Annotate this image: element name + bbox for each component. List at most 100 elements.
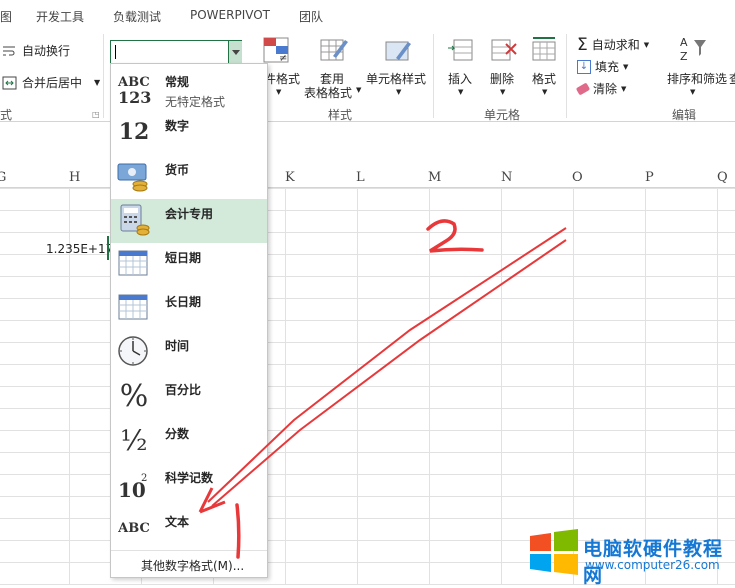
- format-option-general[interactable]: ABC 123 常规 无特定格式: [111, 67, 267, 111]
- delete-button[interactable]: 删除: [490, 70, 514, 87]
- more-number-formats[interactable]: 其他数字格式(M)...: [111, 550, 267, 576]
- chevron-down-icon: ▼: [621, 84, 627, 93]
- format-option-label: 时间: [165, 339, 190, 353]
- fill-down-icon: ↓: [577, 59, 591, 74]
- number-format-dropdown-arrow[interactable]: [228, 41, 242, 63]
- merge-center-label: 合并后居中: [22, 76, 83, 90]
- column-header-g[interactable]: G: [0, 170, 6, 185]
- tab-developer[interactable]: 开发工具: [36, 8, 84, 25]
- column-header-k[interactable]: K: [285, 170, 295, 185]
- chevron-down-icon: ▼: [396, 88, 402, 96]
- conditional-format-button[interactable]: 件格式: [264, 70, 300, 87]
- calendar-icon: [117, 291, 151, 325]
- format-option-label: 百分比: [165, 383, 202, 397]
- svg-text:≠: ≠: [279, 53, 287, 64]
- tab-load-test[interactable]: 负载测试: [113, 8, 161, 25]
- format-option-currency[interactable]: 货币: [111, 155, 267, 199]
- scientific-icon: 10 2: [117, 467, 151, 501]
- watermark-url: www.computer26.com: [585, 558, 720, 572]
- format-option-label: 货币: [165, 163, 190, 177]
- format-option-label: 长日期: [165, 295, 202, 309]
- format-option-number[interactable]: 12 数字: [111, 111, 267, 155]
- chevron-down-icon: ▼: [643, 40, 650, 49]
- tab-team[interactable]: 团队: [299, 8, 323, 25]
- chevron-down-icon: ▼: [542, 88, 548, 96]
- chevron-down-icon: ▼: [623, 62, 629, 71]
- insert-cells-icon: [448, 39, 473, 61]
- chevron-down-icon: ▼: [276, 88, 282, 96]
- svg-text:A: A: [680, 36, 688, 49]
- chevron-down-icon: ▼: [690, 88, 696, 96]
- format-as-table-button[interactable]: 表格格式: [304, 84, 352, 101]
- fill-button[interactable]: ↓ 填充 ▼: [577, 58, 628, 75]
- column-header-l[interactable]: L: [356, 170, 365, 185]
- format-option-label: 短日期: [165, 251, 202, 265]
- format-option-label: 会计专用: [165, 207, 214, 221]
- tab-view[interactable]: 图: [0, 8, 12, 25]
- format-as-table-icon: [320, 39, 348, 61]
- cell-styles-button[interactable]: 单元格样式: [366, 70, 426, 87]
- percent-icon: %: [119, 378, 149, 414]
- column-header-n[interactable]: N: [501, 170, 512, 185]
- ribbon-tab-bar: 图 开发工具 负载测试 POWERPIVOT 团队: [0, 0, 735, 30]
- fill-label: 填充: [595, 60, 620, 74]
- text-cursor: [115, 45, 116, 59]
- autosum-label: 自动求和: [591, 38, 640, 52]
- sort-filter-icon: AZ: [680, 36, 706, 63]
- number-format-combo[interactable]: [110, 40, 242, 64]
- format-option-label: 常规: [165, 75, 190, 89]
- chevron-down-icon: ▼: [94, 78, 101, 87]
- accounting-icon: [117, 203, 151, 237]
- windows-logo-icon: [530, 529, 578, 575]
- autosum-button[interactable]: Σ 自动求和 ▼: [577, 36, 649, 53]
- merge-center-button[interactable]: 合并后居中 ▼: [2, 74, 100, 91]
- wrap-text-button[interactable]: 自动换行: [2, 42, 70, 59]
- format-option-text[interactable]: ABC 文本: [111, 507, 267, 551]
- format-cells-icon: [532, 37, 556, 61]
- chevron-down-icon: ▼: [458, 88, 464, 96]
- conditional-format-icon: ≠: [263, 37, 289, 64]
- column-header-o[interactable]: O: [572, 170, 583, 185]
- cell-styles-icon: [385, 41, 411, 61]
- format-option-fraction[interactable]: ½ 分数: [111, 419, 267, 463]
- format-option-label: 数字: [165, 119, 190, 133]
- format-option-accounting[interactable]: 会计专用: [111, 199, 267, 243]
- sigma-icon: Σ: [577, 34, 588, 55]
- format-option-label: 科学记数: [165, 471, 214, 485]
- column-header-m[interactable]: M: [428, 170, 441, 185]
- fraction-icon: ½: [120, 423, 148, 457]
- eraser-icon: [575, 82, 591, 95]
- format-option-label: 分数: [165, 427, 190, 441]
- format-option-sub: 无特定格式: [165, 95, 226, 109]
- calendar-icon: [117, 247, 151, 281]
- delete-cells-icon: [491, 39, 517, 61]
- insert-button[interactable]: 插入: [448, 70, 472, 87]
- find-select-button[interactable]: 查: [729, 70, 735, 87]
- wrap-text-icon: [3, 46, 15, 55]
- format-option-long-date[interactable]: 长日期: [111, 287, 267, 331]
- more-number-formats-label: 其他数字格式(M)...: [141, 559, 245, 573]
- group-label-cells: 单元格: [484, 108, 521, 122]
- dialog-launcher-icon[interactable]: ◳: [92, 110, 100, 119]
- format-button[interactable]: 格式: [532, 70, 556, 87]
- sort-filter-button[interactable]: 排序和筛选: [667, 70, 727, 87]
- active-cell-border: [107, 236, 109, 260]
- column-header-q[interactable]: Q: [717, 170, 728, 185]
- general-abc123-icon: ABC 123: [117, 71, 151, 105]
- number-12-icon: 12: [118, 119, 150, 145]
- merge-center-icon: [2, 76, 17, 89]
- column-header-h[interactable]: H: [69, 170, 80, 185]
- format-option-time[interactable]: 时间: [111, 331, 267, 375]
- tab-powerpivot[interactable]: POWERPIVOT: [190, 8, 270, 22]
- group-label-styles: 样式: [328, 108, 353, 122]
- format-option-percentage[interactable]: % 百分比: [111, 375, 267, 419]
- format-option-scientific[interactable]: 10 2 科学记数: [111, 463, 267, 507]
- clear-button[interactable]: 清除 ▼: [575, 80, 627, 97]
- cell-value[interactable]: 1.235E+17: [46, 242, 113, 256]
- group-label-editing: 编辑: [672, 108, 697, 122]
- format-option-short-date[interactable]: 短日期: [111, 243, 267, 287]
- wrap-text-label: 自动换行: [22, 44, 71, 58]
- column-header-p[interactable]: P: [645, 170, 654, 185]
- number-format-dropdown: ABC 123 常规 无特定格式 12 数字 货币 会计专用 短日期 长日期 时…: [110, 63, 268, 578]
- svg-text:Z: Z: [680, 50, 688, 63]
